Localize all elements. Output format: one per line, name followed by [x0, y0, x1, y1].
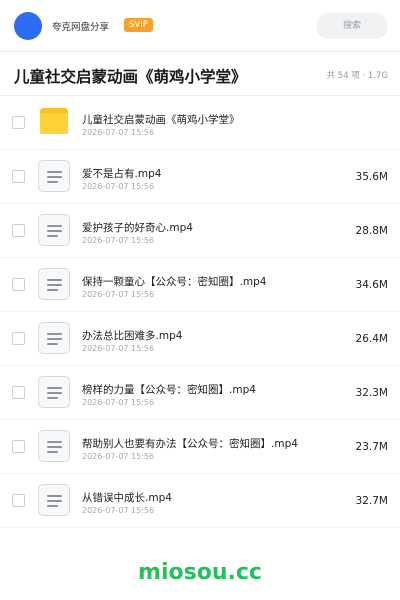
- file-date: 2026-07-07 15:56: [82, 506, 155, 515]
- file-size: 32.7M: [355, 495, 388, 507]
- file-size: 32.3M: [355, 387, 388, 399]
- file-date: 2026-07-07 15:56: [82, 290, 155, 299]
- file-date: 2026-07-07 15:56: [82, 398, 155, 407]
- top-bar: 夸克网盘分享 SVIP 搜索: [0, 0, 400, 52]
- document-icon: [38, 160, 70, 192]
- file-size: 35.6M: [355, 171, 388, 183]
- file-name: 榜样的力量【公众号：密知圈】.mp4: [82, 384, 256, 396]
- file-name: 帮助别人也要有办法【公众号：密知圈】.mp4: [82, 438, 298, 450]
- svip-badge: SVIP: [124, 18, 153, 32]
- folder-meta: 共 54 项 · 1.7G: [326, 71, 388, 81]
- list-item[interactable]: 爱护孩子的好奇心.mp4 2026-07-07 15:56 28.8M: [0, 204, 400, 258]
- file-size: 34.6M: [355, 279, 388, 291]
- folder-icon: [38, 106, 70, 138]
- file-name: 爱护孩子的好奇心.mp4: [82, 222, 193, 234]
- document-icon: [38, 484, 70, 516]
- document-icon: [38, 322, 70, 354]
- document-icon: [38, 376, 70, 408]
- watermark: miosou.cc: [138, 560, 262, 585]
- row-checkbox[interactable]: [12, 224, 25, 237]
- document-icon: [38, 268, 70, 300]
- document-icon: [38, 214, 70, 246]
- row-checkbox[interactable]: [12, 116, 25, 129]
- list-item[interactable]: 儿童社交启蒙动画《萌鸡小学堂》 2026-07-07 15:56: [0, 96, 400, 150]
- file-name: 从错误中成长.mp4: [82, 492, 172, 504]
- list-item[interactable]: 爱不是占有.mp4 2026-07-07 15:56 35.6M: [0, 150, 400, 204]
- file-date: 2026-07-07 15:56: [82, 452, 155, 461]
- document-icon: [38, 430, 70, 462]
- file-name: 爱不是占有.mp4: [82, 168, 162, 180]
- row-checkbox[interactable]: [12, 278, 25, 291]
- file-size: 23.7M: [355, 441, 388, 453]
- page-title: 儿童社交启蒙动画《萌鸡小学堂》: [14, 68, 247, 86]
- search-input[interactable]: 搜索: [316, 13, 388, 39]
- row-checkbox[interactable]: [12, 386, 25, 399]
- app-name: 夸克网盘分享: [52, 22, 110, 33]
- file-size: 26.4M: [355, 333, 388, 345]
- row-checkbox[interactable]: [12, 332, 25, 345]
- list-item[interactable]: 帮助别人也要有办法【公众号：密知圈】.mp4 2026-07-07 15:56 …: [0, 420, 400, 474]
- file-name: 办法总比困难多.mp4: [82, 330, 183, 342]
- row-checkbox[interactable]: [12, 170, 25, 183]
- row-checkbox[interactable]: [12, 494, 25, 507]
- list-item[interactable]: 从错误中成长.mp4 2026-07-07 15:56 32.7M: [0, 474, 400, 528]
- file-list: 儿童社交启蒙动画《萌鸡小学堂》 2026-07-07 15:56 爱不是占有.m…: [0, 96, 400, 528]
- file-date: 2026-07-07 15:56: [82, 128, 155, 137]
- file-date: 2026-07-07 15:56: [82, 182, 155, 191]
- file-size: 28.8M: [355, 225, 388, 237]
- list-item[interactable]: 榜样的力量【公众号：密知圈】.mp4 2026-07-07 15:56 32.3…: [0, 366, 400, 420]
- row-checkbox[interactable]: [12, 440, 25, 453]
- file-name: 儿童社交启蒙动画《萌鸡小学堂》: [82, 114, 240, 126]
- list-item[interactable]: 办法总比困难多.mp4 2026-07-07 15:56 26.4M: [0, 312, 400, 366]
- folder-header: 儿童社交启蒙动画《萌鸡小学堂》 共 54 项 · 1.7G: [0, 52, 400, 96]
- file-name: 保持一颗童心【公众号：密知圈】.mp4: [82, 276, 267, 288]
- file-date: 2026-07-07 15:56: [82, 344, 155, 353]
- file-date: 2026-07-07 15:56: [82, 236, 155, 245]
- avatar[interactable]: [14, 12, 42, 40]
- share-page: 夸克网盘分享 SVIP 搜索 儿童社交启蒙动画《萌鸡小学堂》 共 54 项 · …: [0, 0, 400, 600]
- list-item[interactable]: 保持一颗童心【公众号：密知圈】.mp4 2026-07-07 15:56 34.…: [0, 258, 400, 312]
